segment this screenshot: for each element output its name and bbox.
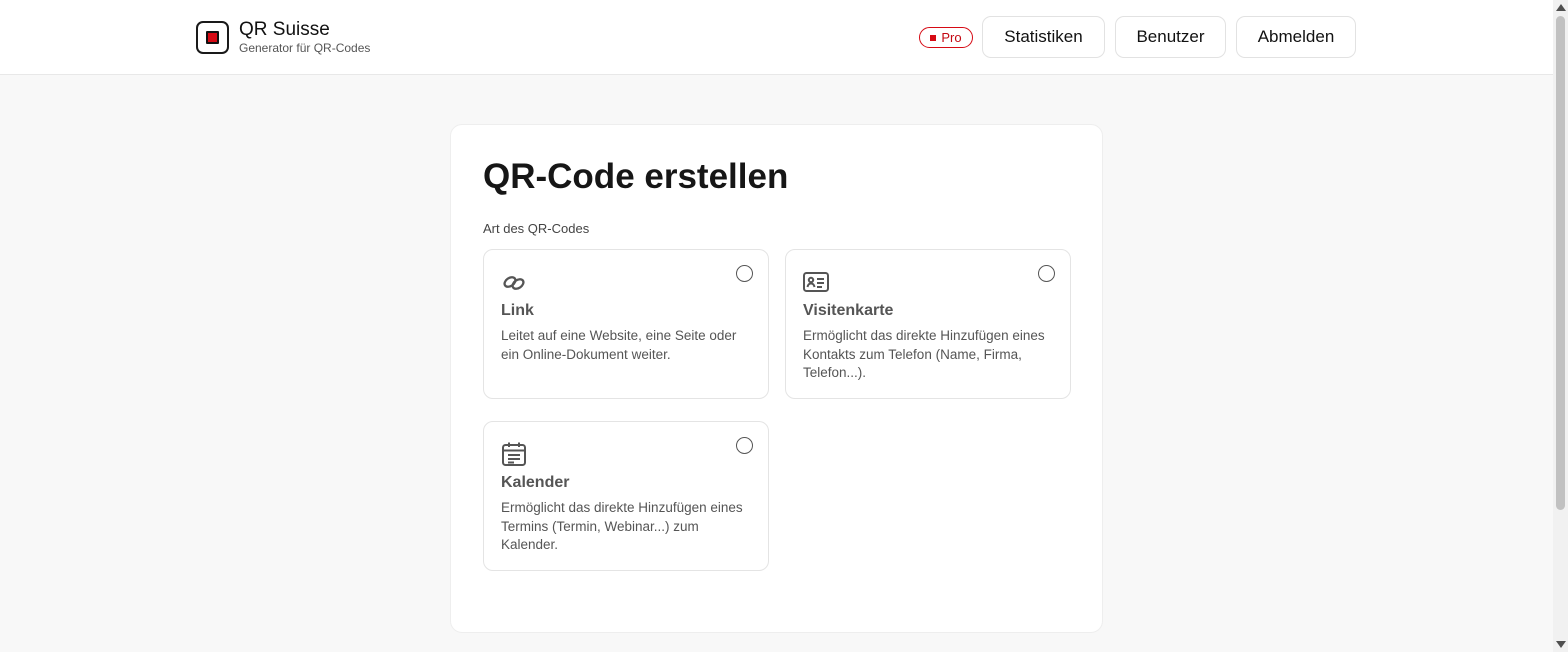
- option-title: Visitenkarte: [803, 302, 894, 319]
- top-header: QR Suisse Generator für QR-Codes Pro Sta…: [0, 0, 1553, 75]
- create-qr-card: QR-Code erstellen Art des QR-Codes Link …: [450, 124, 1103, 633]
- option-business-card-radio[interactable]: [1038, 265, 1055, 282]
- pro-badge-label: Pro: [941, 30, 962, 45]
- scroll-down-arrow-icon[interactable]: [1556, 641, 1566, 648]
- pro-badge: Pro: [919, 27, 973, 48]
- scroll-up-arrow-icon[interactable]: [1556, 4, 1566, 11]
- page-scrollbar[interactable]: [1553, 0, 1568, 652]
- qr-type-label: Art des QR-Codes: [483, 221, 590, 236]
- users-button[interactable]: Benutzer: [1115, 16, 1226, 58]
- option-description: Ermöglicht das direkte Hinzufügen eines …: [803, 328, 1045, 380]
- logout-button[interactable]: Abmelden: [1236, 16, 1356, 58]
- option-business-card[interactable]: Visitenkarte Ermöglicht das direkte Hinz…: [785, 249, 1071, 399]
- option-description: Leitet auf eine Website, eine Seite oder…: [501, 328, 737, 362]
- option-calendar[interactable]: Kalender Ermöglicht das direkte Hinzufüg…: [483, 421, 769, 571]
- calendar-icon: [502, 442, 526, 466]
- page-title: QR-Code erstellen: [483, 157, 789, 196]
- brand-subtitle: Generator für QR-Codes: [239, 41, 371, 55]
- scroll-thumb[interactable]: [1556, 16, 1565, 510]
- option-title: Link: [501, 302, 534, 319]
- option-link-radio[interactable]: [736, 265, 753, 282]
- option-calendar-radio[interactable]: [736, 437, 753, 454]
- logo-icon[interactable]: [196, 21, 229, 54]
- option-title: Kalender: [501, 474, 570, 491]
- link-icon: [503, 276, 525, 290]
- contact-card-icon: [803, 272, 829, 292]
- option-description: Ermöglicht das direkte Hinzufügen eines …: [501, 500, 743, 552]
- badge-square-icon: [930, 34, 937, 41]
- brand-title: QR Suisse: [239, 19, 330, 40]
- option-link[interactable]: Link Leitet auf eine Website, eine Seite…: [483, 249, 769, 399]
- statistics-button[interactable]: Statistiken: [982, 16, 1105, 58]
